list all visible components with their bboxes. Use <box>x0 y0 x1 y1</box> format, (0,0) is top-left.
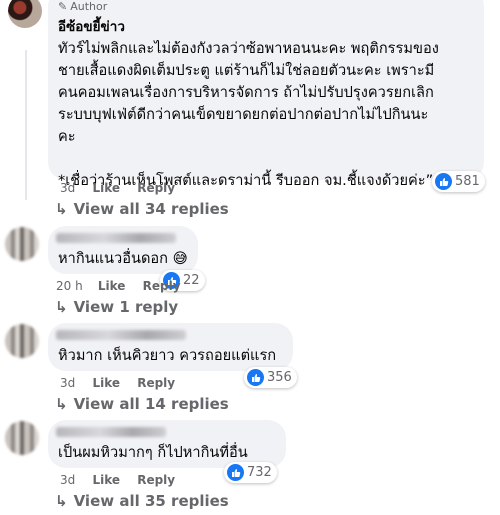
like-button[interactable]: Like <box>98 279 126 293</box>
comment-time[interactable]: 20 h <box>56 279 83 293</box>
author-badge: ✎ Author <box>58 0 108 13</box>
commenter-name-blurred[interactable] <box>56 330 186 340</box>
comment-text: หากินแนวอื่นดอก 😅 <box>58 250 188 267</box>
author-avatar[interactable] <box>8 0 42 28</box>
reaction-count[interactable]: 356 <box>244 367 297 388</box>
reply-arrow-icon: ↳ <box>55 200 68 218</box>
commenter-avatar[interactable] <box>5 421 39 455</box>
like-icon <box>247 369 264 386</box>
comment-text: หิวมาก เห็นคิวยาว ควรถอยแต่แรก <box>58 347 277 364</box>
comment-time[interactable]: 3d <box>60 376 75 390</box>
like-button[interactable]: Like <box>92 376 120 390</box>
pencil-icon: ✎ <box>58 0 68 13</box>
reaction-count[interactable]: 732 <box>224 462 277 483</box>
reply-button[interactable]: Reply <box>137 473 175 487</box>
reply-button[interactable]: Reply <box>143 279 181 293</box>
thread-line <box>25 50 27 200</box>
commenter-name-blurred[interactable] <box>56 233 176 243</box>
comment-meta: 20 h Like Reply <box>56 279 181 293</box>
like-button[interactable]: Like <box>92 181 120 195</box>
like-button[interactable]: Like <box>92 473 120 487</box>
comment-text: เป็นผมหิวมากๆ ก็ไปหากินที่อื่น <box>58 444 248 461</box>
commenter-avatar[interactable] <box>5 227 39 261</box>
reply-arrow-icon: ↳ <box>55 395 68 413</box>
view-replies-link[interactable]: ↳ View all 14 replies <box>55 395 229 413</box>
comment-time[interactable]: 3d <box>60 473 75 487</box>
view-replies-link[interactable]: ↳ View all 34 replies <box>55 200 229 218</box>
comment-meta: 3d Like Reply <box>60 376 175 390</box>
comment-meta: 3d Like Reply <box>60 473 175 487</box>
reply-arrow-icon: ↳ <box>55 492 68 510</box>
commenter-avatar[interactable] <box>5 324 39 358</box>
reply-button[interactable]: Reply <box>137 376 175 390</box>
view-replies-link[interactable]: ↳ View all 35 replies <box>55 492 229 510</box>
like-icon <box>435 173 452 190</box>
like-icon <box>227 464 244 481</box>
reply-arrow-icon: ↳ <box>55 298 68 316</box>
comment-meta: 3d Like Reply <box>60 181 175 195</box>
comment-author-name[interactable]: อีซ้อขยี้ข่าว <box>58 15 125 37</box>
commenter-name-blurred[interactable] <box>56 427 166 437</box>
comment-time[interactable]: 3d <box>60 181 75 195</box>
view-replies-link[interactable]: ↳ View 1 reply <box>55 298 178 316</box>
reaction-count[interactable]: 581 <box>432 171 485 192</box>
reply-button[interactable]: Reply <box>137 181 175 195</box>
comment-text: ทัวร์ไม่พลิกและไม่ต้องกังวลว่าซ้อพาหอนนะ… <box>58 40 439 189</box>
